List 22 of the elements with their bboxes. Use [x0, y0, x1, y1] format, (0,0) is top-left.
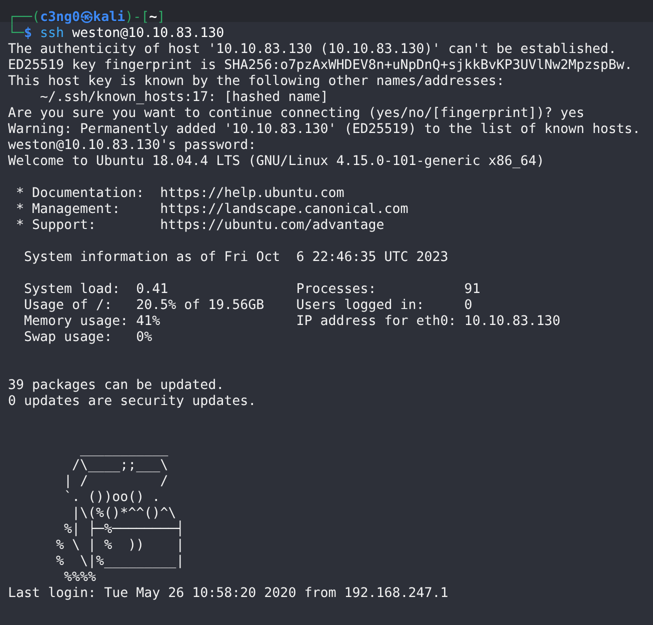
terminal-line: Last login: Tue May 26 10:58:20 2020 from 192.168.247.1 [8, 586, 448, 602]
terminal-line: Welcome to Ubuntu 18.04.4 LTS (GNU/Linux 4.15.0-101-generic x86_64) [8, 154, 544, 170]
terminal-line: Warning: Permanently added '10.10.83.130' (ED25519) to the list of known hosts. [8, 122, 640, 138]
terminal-line: 0 updates are security updates. [8, 394, 256, 410]
terminal-line: * Documentation: https://help.ubuntu.com [15, 186, 344, 202]
terminal-line: * Management: https://landscape.canonical.com [15, 202, 408, 218]
terminal-line: The authenticity of host '10.10.83.130 (10.10.83.130)' can't be established. [8, 42, 616, 58]
terminal-line: This host key is known by the following other names/addresses: [8, 74, 504, 90]
terminal-line: Swap usage: 0% [23, 330, 152, 346]
prompt-line: └─$ ssh weston@10.10.83.130 [8, 26, 224, 42]
ascii-art-drawing: ___________ /\____;;___\ | / / `. ())oo() . |\(%()*^^()^\ %| ├─%────────┤ % \ | % )) | % \|%_________| %%%% [55, 442, 184, 586]
terminal-line: * Support: https://ubuntu.com/advantage [15, 218, 384, 234]
terminal-line: ED25519 key fingerprint is SHA256:o7pzAxWHDEV8n+uNpDnQ+sjkkBvKP3UVlNw2MpzspBw. [8, 58, 632, 74]
prompt-line: ┌──(c3ng0㉿kali)-[~] [8, 10, 166, 25]
terminal-line: ~/.ssh/known_hosts:17: [hashed name] [39, 90, 328, 106]
terminal-line: Usage of /: 20.5% of 19.56GB Users logged in: 0 [23, 298, 472, 314]
terminal-line: 39 packages can be updated. [8, 378, 224, 394]
terminal-line: System load: 0.41 Processes: 91 [23, 282, 480, 298]
terminal-line: weston@10.10.83.130's password: [8, 138, 256, 154]
terminal-line: System information as of Fri Oct 6 22:46:35 UTC 2023 [23, 250, 448, 266]
terminal-line: Memory usage: 41% IP address for eth0: 10.10.83.130 [23, 314, 560, 330]
terminal-line: Are you sure you want to continue connecting (yes/no/[fingerprint])? yes [8, 106, 584, 122]
